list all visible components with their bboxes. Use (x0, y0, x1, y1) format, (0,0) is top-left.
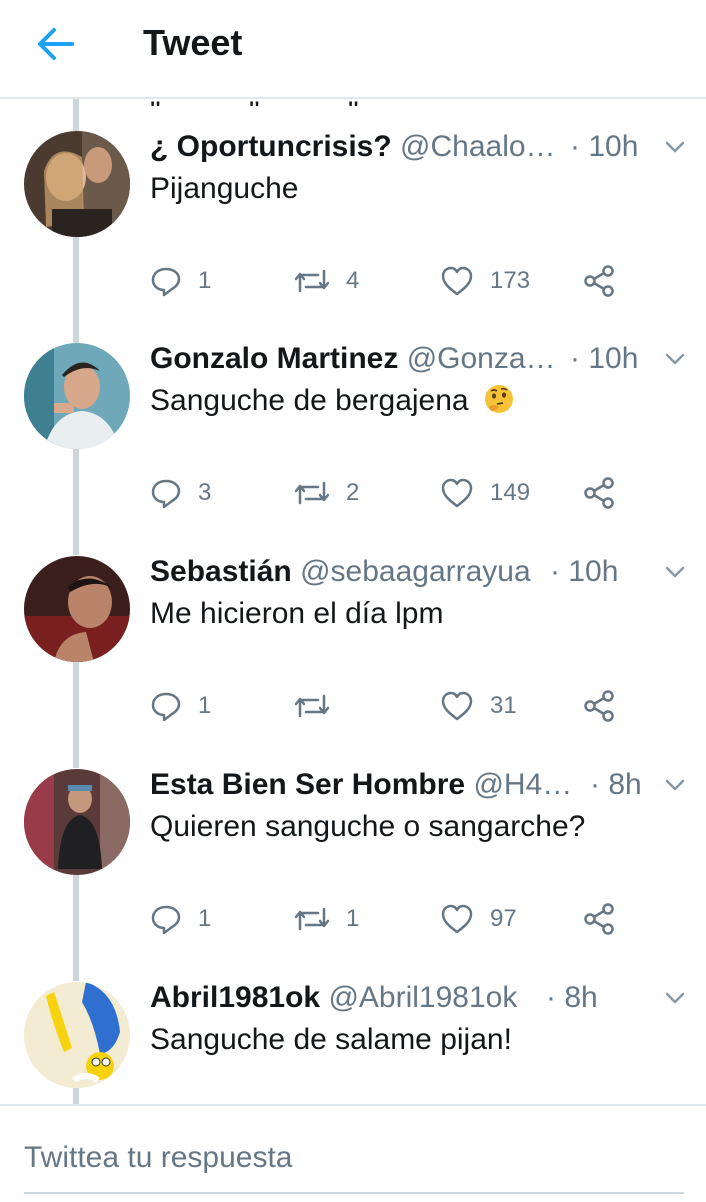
like-icon (441, 904, 473, 934)
author-name[interactable]: Esta Bien Ser Hombre (150, 768, 465, 801)
tweet-text: Quieren sanguche o sangarche? (150, 810, 586, 843)
reply-button[interactable]: 1 (150, 688, 211, 724)
top-bar: Tweet (0, 0, 706, 99)
retweet-button[interactable]: 4 (294, 263, 359, 299)
reply-icon (151, 479, 181, 509)
reply-input-underline (24, 1192, 684, 1194)
author-handle[interactable]: @sebaagarrayua (300, 555, 531, 588)
share-button[interactable] (582, 901, 616, 937)
author-handle[interactable]: @Gonza… (407, 342, 556, 375)
share-icon (584, 690, 614, 722)
like-icon (441, 691, 473, 721)
reply-count: 3 (198, 479, 212, 506)
tweet-time[interactable]: · 8h (542, 982, 598, 1018)
chevron-down-icon[interactable] (664, 564, 686, 580)
tweet-time[interactable]: · 10h (566, 339, 639, 379)
thinking-face-icon (484, 385, 513, 413)
author-handle[interactable]: @Chaalo… (400, 130, 556, 163)
tweet[interactable]: Sebastián @sebaagarrayua · 10h Me hicier… (0, 552, 706, 768)
tweet-header: Esta Bien Ser Hombre @H4… (150, 765, 650, 805)
reply-count: 1 (198, 692, 212, 719)
tweet-time[interactable]: · 10h (546, 552, 619, 592)
tweet[interactable]: Esta Bien Ser Hombre @H4… · 8h Quieren s… (0, 765, 706, 981)
tweet-time[interactable]: · 10h (566, 127, 639, 167)
author-name[interactable]: Sebastián (150, 555, 292, 588)
tweet-text: Sanguche de salame pijan! (150, 1023, 512, 1056)
reply-count: 1 (198, 267, 212, 294)
retweet-icon (294, 481, 330, 505)
tweet[interactable]: Abril1981ok @Abril1981ok · 8h Sanguche d… (0, 982, 706, 1104)
like-button[interactable]: 97 (440, 901, 517, 937)
page-title: Tweet (143, 22, 243, 63)
author-name[interactable]: Gonzalo Martinez (150, 342, 398, 375)
tweet-text: Sanguche de bergajena (150, 381, 515, 421)
chevron-down-icon[interactable] (664, 351, 686, 367)
like-count: 173 (490, 267, 531, 294)
author-name[interactable]: ¿ Oportuncrisis? (150, 130, 392, 163)
share-button[interactable] (582, 475, 616, 511)
retweet-button[interactable] (294, 688, 346, 724)
like-count: 31 (490, 692, 517, 719)
tweet[interactable]: Gonzalo Martinez @Gonza… · 10h Sanguche … (0, 339, 706, 555)
like-button[interactable]: 149 (440, 475, 530, 511)
share-icon (584, 265, 614, 297)
retweet-button[interactable]: 1 (294, 901, 359, 937)
reply-button[interactable]: 3 (150, 475, 211, 511)
reply-icon (151, 692, 181, 722)
retweet-icon (294, 694, 330, 718)
retweet-icon (294, 907, 330, 931)
avatar[interactable] (24, 131, 130, 237)
avatar[interactable] (24, 769, 130, 875)
reply-icon (151, 267, 181, 297)
reply-composer (0, 1104, 706, 1202)
author-handle[interactable]: @Abril1981ok (328, 982, 517, 1014)
like-count: 97 (490, 905, 517, 932)
like-icon (441, 266, 473, 296)
share-icon (584, 903, 614, 935)
avatar[interactable] (24, 982, 130, 1088)
chevron-down-icon[interactable] (664, 139, 686, 155)
tweet-text: Pijanguche (150, 172, 299, 205)
share-icon (584, 477, 614, 509)
like-button[interactable]: 31 (440, 688, 517, 724)
reply-button[interactable]: 1 (150, 263, 211, 299)
author-handle[interactable]: @H4… (473, 768, 572, 801)
chevron-down-icon[interactable] (664, 777, 686, 793)
avatar[interactable] (24, 556, 130, 662)
tweet-text: Me hicieron el día lpm (150, 597, 444, 630)
tweet[interactable]: ¿ Oportuncrisis? @Chaalo… · 10h Pijanguc… (0, 127, 706, 343)
author-name[interactable]: Abril1981ok (150, 982, 320, 1014)
back-button[interactable] (34, 24, 78, 64)
share-button[interactable] (582, 263, 616, 299)
retweet-icon (294, 269, 330, 293)
avatar[interactable] (24, 343, 130, 449)
tweet-time[interactable]: · 8h (586, 765, 642, 805)
share-button[interactable] (582, 688, 616, 724)
retweet-button[interactable]: 2 (294, 475, 359, 511)
reply-icon (151, 905, 181, 935)
like-count: 149 (490, 479, 531, 506)
like-button[interactable]: 173 (440, 263, 530, 299)
back-arrow-icon (38, 28, 74, 60)
thread-line (73, 97, 79, 131)
retweet-count: 2 (346, 479, 360, 506)
chevron-down-icon[interactable] (664, 990, 686, 1006)
reply-count: 1 (198, 905, 212, 932)
reply-input[interactable] (24, 1134, 684, 1182)
retweet-count: 1 (346, 905, 360, 932)
reply-button[interactable]: 1 (150, 901, 211, 937)
retweet-count: 4 (346, 267, 360, 294)
like-icon (441, 478, 473, 508)
